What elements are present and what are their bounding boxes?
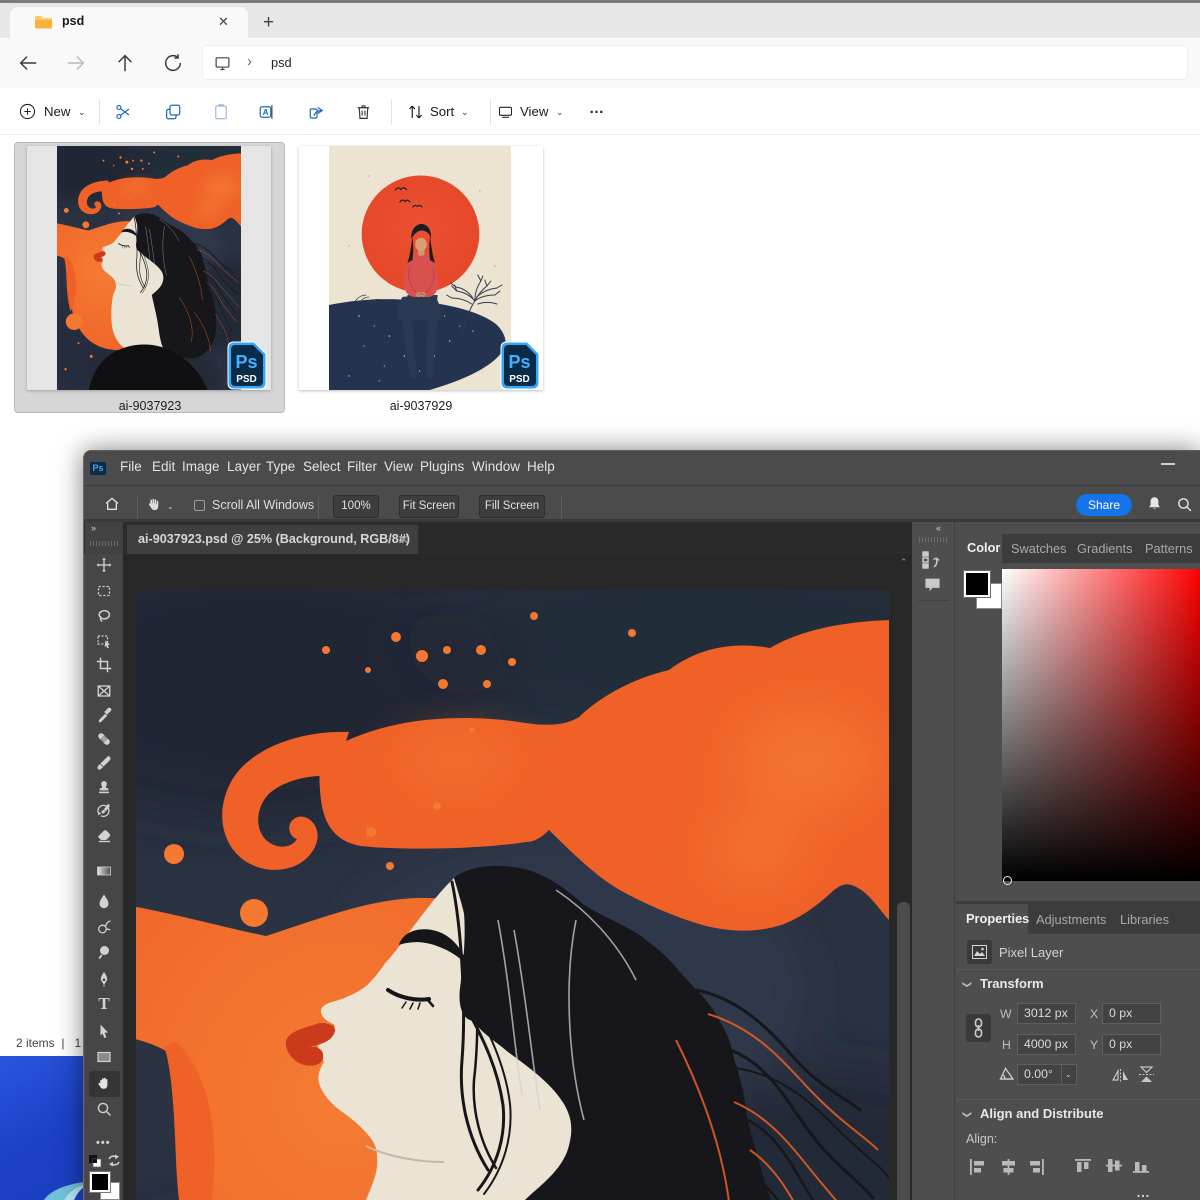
- svg-text:A: A: [263, 108, 269, 117]
- svg-text:Ps: Ps: [508, 352, 530, 372]
- svg-text:PSD: PSD: [509, 374, 530, 385]
- svg-text:PSD: PSD: [236, 374, 257, 385]
- svg-text:Ps: Ps: [235, 352, 257, 372]
